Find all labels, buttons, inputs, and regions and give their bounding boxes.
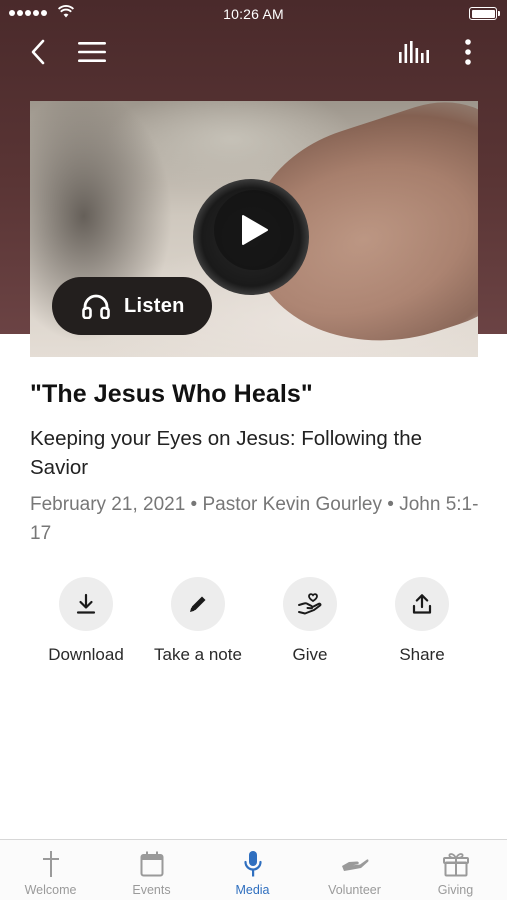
sermon-meta: February 21, 2021 • Pastor Kevin Gourley…: [30, 494, 479, 544]
take-a-note-label: Take a note: [154, 645, 242, 664]
give-button[interactable]: [283, 577, 337, 631]
listen-button[interactable]: Listen: [52, 277, 212, 335]
back-button[interactable]: [18, 32, 58, 72]
action-row: Download Take a note Give Share: [30, 577, 477, 677]
sermon-series: Keeping your Eyes on Jesus: Following th…: [30, 427, 423, 479]
sermon-title: "The Jesus Who Heals": [30, 380, 313, 408]
tab-volunteer-label: Volunteer: [328, 883, 381, 897]
download-icon: [76, 593, 96, 614]
download-label: Download: [48, 645, 124, 664]
battery-icon: [469, 7, 500, 20]
menu-button[interactable]: [72, 32, 112, 72]
tab-events-label: Events: [132, 883, 171, 897]
tab-giving-label: Giving: [437, 883, 474, 897]
share-action[interactable]: Share: [366, 577, 478, 665]
helping-hand-icon: [341, 859, 368, 871]
cross-icon: [42, 851, 59, 877]
take-a-note-button[interactable]: [171, 577, 225, 631]
hamburger-menu-icon: [78, 42, 106, 62]
share-label: Share: [399, 645, 445, 664]
tab-giving[interactable]: Giving: [405, 840, 506, 900]
tab-welcome[interactable]: Welcome: [0, 840, 101, 900]
tab-welcome-label: Welcome: [24, 883, 77, 897]
more-vertical-icon: [465, 39, 471, 65]
download-button[interactable]: [59, 577, 113, 631]
status-time: 10:26 AM: [223, 6, 284, 22]
microphone-icon: [243, 851, 262, 877]
gift-icon: [442, 853, 469, 877]
tab-events[interactable]: Events: [101, 840, 202, 900]
listen-label: Listen: [124, 294, 185, 317]
give-label: Give: [292, 645, 328, 664]
headphones-icon: [82, 294, 110, 319]
pencil-icon: [190, 596, 206, 612]
tab-media-label: Media: [235, 883, 270, 897]
more-options-button[interactable]: [448, 32, 488, 72]
chevron-left-icon: [31, 39, 45, 65]
calendar-icon: [140, 851, 163, 877]
audio-bars-button[interactable]: [394, 32, 434, 72]
status-bar: 10:26 AM: [0, 0, 507, 28]
give-hand-heart-icon: [298, 593, 322, 615]
video-thumbnail[interactable]: Listen: [30, 101, 478, 357]
tab-media[interactable]: Media: [202, 840, 303, 900]
equalizer-icon: [399, 41, 429, 63]
download-action[interactable]: Download: [30, 577, 142, 665]
play-button[interactable]: [214, 190, 294, 270]
take-a-note-action[interactable]: Take a note: [142, 577, 254, 665]
share-button[interactable]: [395, 577, 449, 631]
give-action[interactable]: Give: [254, 577, 366, 665]
play-icon: [242, 215, 268, 245]
share-icon: [412, 594, 432, 614]
tab-volunteer[interactable]: Volunteer: [304, 840, 405, 900]
bottom-tab-bar: Welcome Events Media Volunteer Giving: [0, 839, 507, 900]
